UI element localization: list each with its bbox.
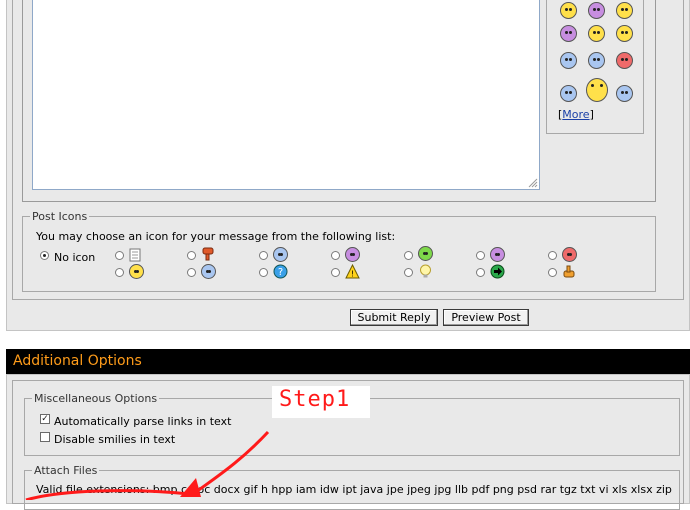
submit-reply-button[interactable]: Submit Reply [350,309,438,326]
confused-smilie-icon[interactable] [560,52,577,69]
no-icon-label: No icon [54,251,96,264]
radio-purple-smile-icon[interactable] [331,251,340,260]
red-frown-icon [562,247,577,262]
parse-links-checkbox[interactable]: ✓ [40,414,50,424]
big-grin-smilie-icon[interactable] [586,78,608,102]
document-icon [129,248,141,262]
radio-red-frown-icon[interactable] [548,251,557,260]
more-smilies-link[interactable]: More [562,108,589,121]
yellow-smile-smilie-icon[interactable] [616,2,633,19]
radio-cool-icon[interactable] [187,268,196,277]
radio-arrow-right-icon[interactable] [476,268,485,277]
radio-question-icon[interactable] [259,268,268,277]
smile-icon [273,247,288,262]
preview-post-button[interactable]: Preview Post [443,309,529,326]
misc-options-legend: Miscellaneous Options [32,392,160,405]
thumbs-up-icon [563,265,575,278]
radio-yellow-smile-icon[interactable] [115,268,124,277]
radio-warning-icon[interactable] [331,268,340,277]
valid-extensions-text: Valid file extensions: bmp c doc docx gi… [36,483,672,496]
rolleyes-smilie-icon[interactable] [560,85,577,102]
lightbulb-icon [420,264,431,278]
radio-angry-purple-icon[interactable] [476,251,485,260]
purple-smile-icon [345,247,360,262]
more-smilies: [More] [558,108,594,121]
arrow-right-icon [490,264,505,279]
purple-grin-smilie-icon[interactable] [588,2,605,19]
shocked-smilie-icon[interactable] [588,52,605,69]
radio-thumbs-up-icon[interactable] [548,268,557,277]
post-icons-description: You may choose an icon for your message … [36,230,396,243]
angry-purple-icon [490,247,505,262]
svg-text:?: ? [278,267,283,278]
radio-smile-icon[interactable] [259,251,268,260]
message-textarea[interactable] [32,0,540,190]
yellow-smile-icon [129,264,144,279]
resize-grip-icon[interactable] [528,178,538,188]
warning-icon: ! [345,264,360,279]
grin-icon [418,246,433,261]
yellow-wink-smilie-icon[interactable] [616,25,633,42]
radio-lightbulb-icon[interactable] [404,268,413,277]
radio-no-icon[interactable] [40,251,49,260]
post-icons-legend: Post Icons [30,210,90,223]
yellow-laugh-smilie-icon[interactable] [588,25,605,42]
question-icon: ? [273,264,288,279]
disable-smilies-checkbox[interactable] [40,432,50,442]
svg-text:!: ! [351,270,354,279]
eek-smilie-icon[interactable] [560,2,577,19]
purple-frown-smilie-icon[interactable] [560,25,577,42]
radio-grin-icon[interactable] [404,251,413,260]
attach-files-legend: Attach Files [32,464,100,477]
cool-icon [201,264,216,279]
annotation-label: Step1 [279,387,351,412]
disable-smilies-label[interactable]: Disable smilies in text [54,433,175,446]
cool-smilie-icon[interactable] [616,85,633,102]
radio-document-icon[interactable] [115,251,124,260]
parse-links-label[interactable]: Automatically parse links in text [54,415,231,428]
thumbs-down-icon [202,247,214,261]
additional-options-title: Additional Options [13,353,142,369]
mad-smilie-icon[interactable] [616,52,633,69]
radio-thumbs-down-icon[interactable] [187,251,196,260]
